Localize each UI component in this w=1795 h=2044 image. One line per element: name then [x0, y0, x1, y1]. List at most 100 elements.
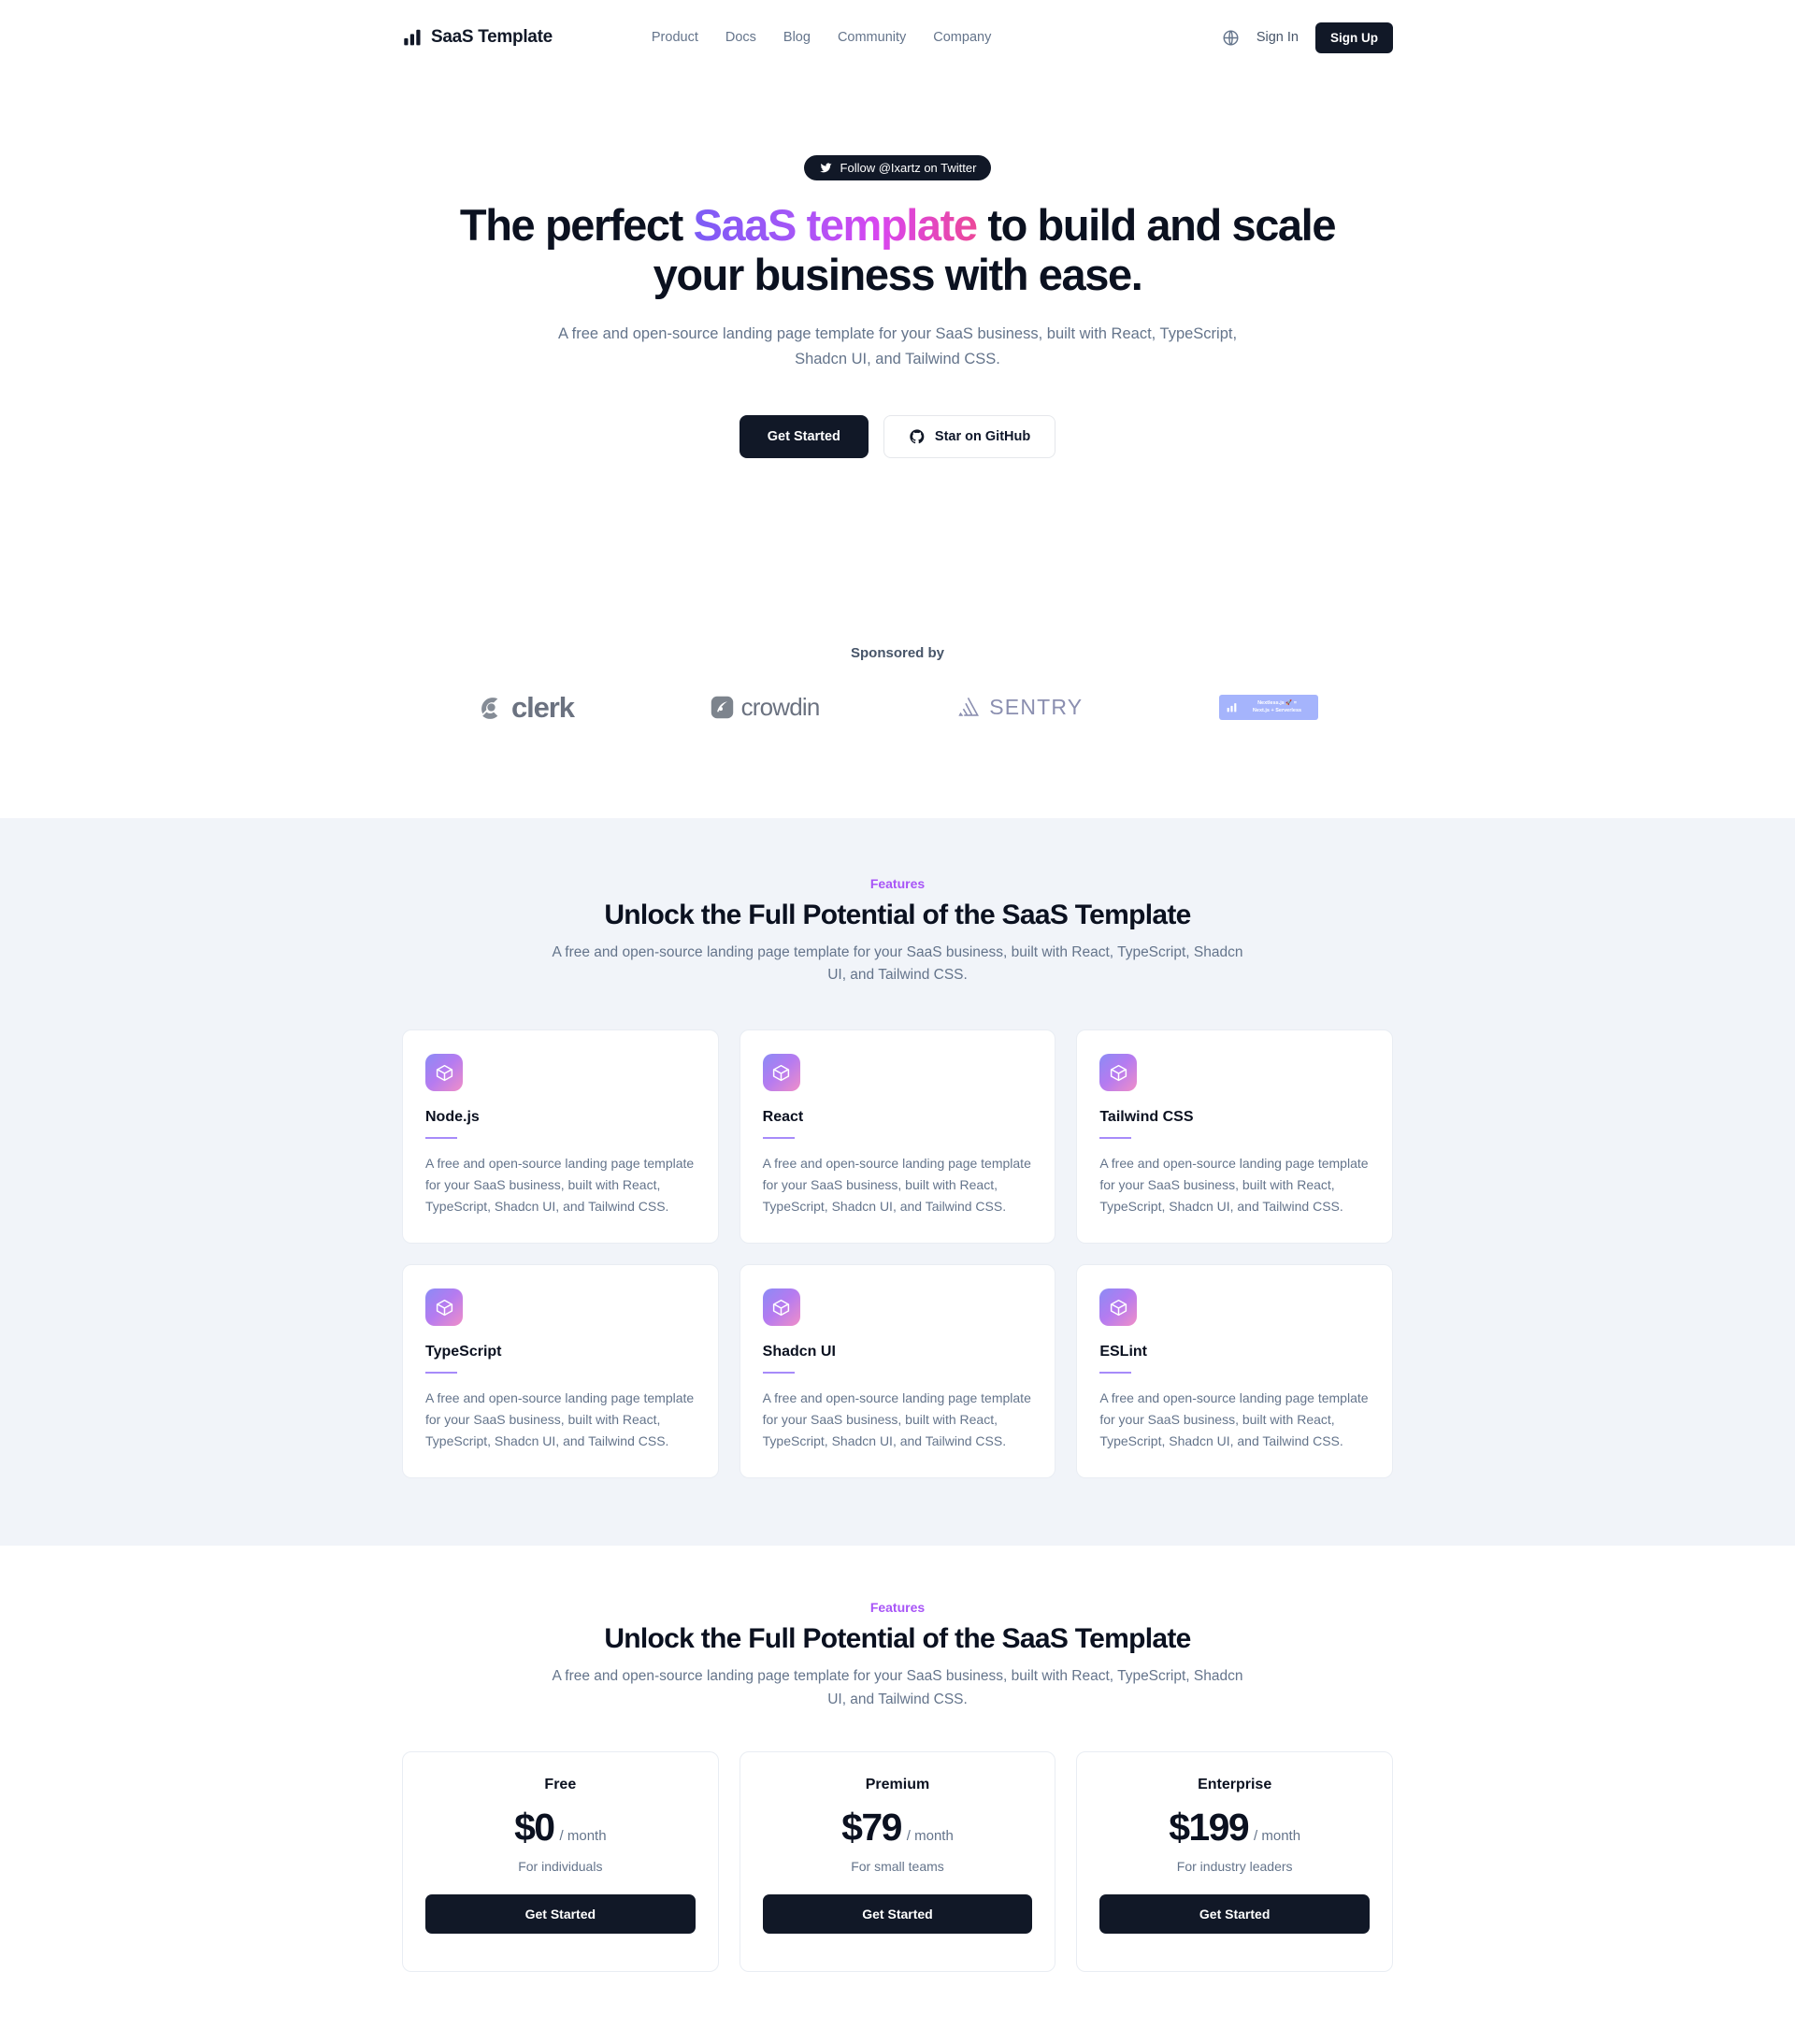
feature-card-title: ESLint: [1099, 1344, 1147, 1360]
plan-get-started-button[interactable]: Get Started: [425, 1893, 696, 1934]
sponsors-section: Sponsored by clerk crowdin SENTRY Nextle…: [0, 645, 1795, 818]
plan-price: $79 / month: [763, 1806, 1033, 1850]
sign-in-link[interactable]: Sign In: [1256, 30, 1299, 45]
features-section: Features Unlock the Full Potential of th…: [0, 817, 1795, 1547]
nextless-logo-icon: [1227, 703, 1237, 713]
nav-link-community[interactable]: Community: [838, 30, 906, 45]
top-navigation-bar: SaaS Template Product Docs Blog Communit…: [402, 0, 1393, 58]
hero-section: Follow @Ixartz on Twitter The perfect Sa…: [0, 58, 1795, 458]
plan-name: Enterprise: [1198, 1776, 1272, 1792]
feature-card-description: A free and open-source landing page temp…: [1099, 1156, 1369, 1214]
plan-get-started-button[interactable]: Get Started: [1099, 1893, 1370, 1934]
sponsor-crowdin[interactable]: crowdin: [711, 687, 820, 728]
globe-icon[interactable]: [1222, 29, 1240, 47]
nav-links: Product Docs Blog Community Company: [652, 30, 991, 45]
feature-card[interactable]: Node.js A free and open-source landing p…: [402, 1029, 719, 1245]
plan-amount: $0: [514, 1805, 555, 1849]
pricing-section: Features Unlock the Full Potential of th…: [0, 1546, 1795, 1972]
nextless-line-2: Next.js + Serverless: [1252, 707, 1302, 713]
feature-card-description: A free and open-source landing page temp…: [425, 1156, 695, 1214]
brand-logo-link[interactable]: SaaS Template: [402, 27, 553, 48]
sponsor-clerk-label: clerk: [511, 690, 575, 724]
hero-subtitle: A free and open-source landing page temp…: [557, 325, 1238, 367]
feature-card-divider: [425, 1137, 457, 1140]
sponsor-sentry-label: SENTRY: [989, 695, 1084, 720]
sponsor-nextless[interactable]: Nextless.js 🚀 = Next.js + Serverless: [1219, 687, 1318, 728]
pricing-card-enterprise[interactable]: Enterprise $199 / month For industry lea…: [1076, 1750, 1393, 1972]
bar-chart-logo-icon: [404, 29, 421, 46]
plan-amount: $79: [841, 1805, 902, 1849]
plan-tagline: For individuals: [518, 1858, 603, 1874]
sentry-logo-icon: [958, 698, 980, 716]
features-title: Unlock the Full Potential of the SaaS Te…: [604, 899, 1191, 930]
pricing-title: Unlock the Full Potential of the SaaS Te…: [604, 1623, 1191, 1655]
cube-icon: [436, 1064, 452, 1081]
pricing-heading-group: Features Unlock the Full Potential of th…: [402, 1600, 1393, 1712]
nav-link-docs[interactable]: Docs: [725, 30, 756, 45]
features-heading-group: Features Unlock the Full Potential of th…: [402, 876, 1393, 988]
plan-period: / month: [1254, 1827, 1301, 1844]
nav-link-product[interactable]: Product: [652, 30, 698, 45]
hero-title-highlight: SaaS template: [693, 200, 979, 250]
plan-name: Premium: [865, 1776, 930, 1792]
feature-icon-wrapper: [762, 1054, 800, 1092]
plan-price: $199 / month: [1099, 1806, 1370, 1850]
cube-icon: [1110, 1299, 1127, 1316]
crowdin-logo-icon: [711, 696, 733, 719]
plan-period: / month: [559, 1827, 607, 1844]
feature-card-description: A free and open-source landing page temp…: [762, 1156, 1031, 1214]
features-subtitle: A free and open-source landing page temp…: [552, 943, 1243, 984]
nav-actions: Sign In Sign Up: [1222, 22, 1393, 53]
feature-card[interactable]: TypeScript A free and open-source landin…: [402, 1264, 719, 1479]
nav-link-blog[interactable]: Blog: [783, 30, 811, 45]
feature-card[interactable]: Shadcn UI A free and open-source landing…: [739, 1264, 1056, 1479]
hero-title-part1: The perfect: [459, 200, 694, 250]
cube-icon: [1110, 1064, 1127, 1081]
feature-card-row-1: Node.js A free and open-source landing p…: [402, 1029, 1393, 1245]
feature-icon-wrapper: [425, 1288, 463, 1327]
star-on-github-label: Star on GitHub: [934, 428, 1031, 444]
page-title: The perfect SaaS template to build and s…: [449, 200, 1346, 299]
sponsor-sentry[interactable]: SENTRY: [955, 687, 1083, 728]
plan-get-started-button[interactable]: Get Started: [762, 1893, 1033, 1934]
feature-card-description: A free and open-source landing page temp…: [425, 1390, 695, 1448]
feature-card[interactable]: React A free and open-source landing pag…: [739, 1029, 1056, 1245]
feature-card-divider: [425, 1372, 457, 1375]
twitter-bird-icon: [819, 163, 832, 173]
pricing-plan-row: Free $0 / month For individuals Get Star…: [402, 1750, 1393, 1972]
nextless-line-1: Nextless.js 🚀 =: [1257, 699, 1297, 706]
plan-name: Free: [544, 1776, 577, 1792]
feature-icon-wrapper: [1099, 1054, 1138, 1092]
sponsor-clerk[interactable]: clerk: [477, 687, 575, 728]
twitter-follow-label: Follow @Ixartz on Twitter: [840, 161, 977, 175]
pricing-card-premium[interactable]: Premium $79 / month For small teams Get …: [739, 1750, 1056, 1972]
pricing-subtitle: A free and open-source landing page temp…: [552, 1668, 1243, 1708]
feature-icon-wrapper: [1099, 1288, 1138, 1327]
hero-cta-group: Get Started Star on GitHub: [0, 414, 1795, 458]
github-icon: [910, 429, 925, 443]
feature-card-divider: [1099, 1372, 1132, 1375]
plan-price: $0 / month: [425, 1806, 696, 1850]
plan-period: / month: [906, 1827, 954, 1844]
nav-link-company[interactable]: Company: [933, 30, 991, 45]
cube-icon: [773, 1299, 790, 1316]
cube-icon: [436, 1299, 452, 1316]
star-on-github-button[interactable]: Star on GitHub: [883, 414, 1056, 458]
pricing-eyebrow: Features: [869, 1600, 926, 1616]
feature-card-title: Node.js: [425, 1109, 480, 1126]
twitter-follow-badge[interactable]: Follow @Ixartz on Twitter: [803, 155, 992, 180]
plan-tagline: For industry leaders: [1176, 1858, 1293, 1874]
feature-card-divider: [1099, 1137, 1132, 1140]
plan-tagline: For small teams: [851, 1858, 944, 1874]
feature-card[interactable]: ESLint A free and open-source landing pa…: [1076, 1264, 1393, 1479]
sponsor-logo-row: clerk crowdin SENTRY Nextless.js 🚀 = Nex…: [477, 687, 1318, 728]
sponsor-crowdin-label: crowdin: [740, 693, 821, 722]
pricing-card-free[interactable]: Free $0 / month For individuals Get Star…: [402, 1750, 719, 1972]
feature-card[interactable]: Tailwind CSS A free and open-source land…: [1076, 1029, 1393, 1245]
get-started-button[interactable]: Get Started: [739, 414, 869, 458]
cube-icon: [773, 1064, 790, 1081]
feature-card-row-2: TypeScript A free and open-source landin…: [402, 1264, 1393, 1479]
sign-up-button[interactable]: Sign Up: [1315, 22, 1393, 53]
feature-card-title: Tailwind CSS: [1099, 1109, 1194, 1126]
page-root: SaaS Template Product Docs Blog Communit…: [0, 0, 1795, 1972]
